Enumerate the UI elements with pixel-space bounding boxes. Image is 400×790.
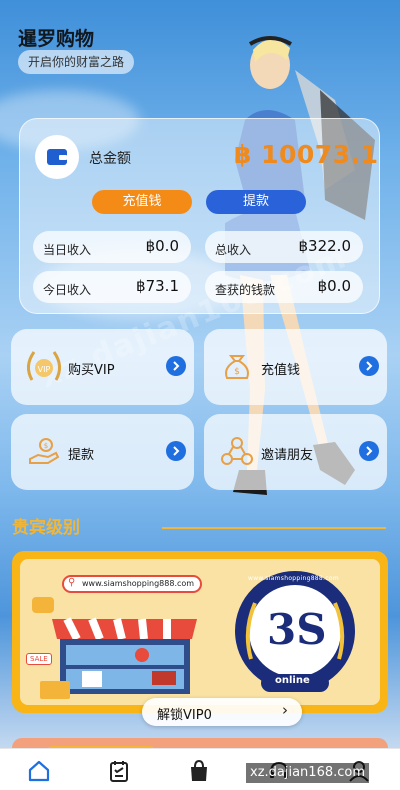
stat-seized-money: 查获的钱款 ฿0.0 xyxy=(205,271,363,303)
sale-tag: SALE xyxy=(26,653,52,665)
chevron-right-icon xyxy=(166,356,186,376)
banner-url-text: www.siamshopping888.com xyxy=(82,579,195,588)
chevron-right-icon xyxy=(166,441,186,461)
logo-ring-url: www.siamshopping888.com xyxy=(248,575,339,582)
total-balance-value: ฿ 10073.1 xyxy=(234,140,379,169)
stat-value: ฿0.0 xyxy=(145,237,179,255)
stat-value: ฿73.1 xyxy=(136,277,179,295)
banner-illustration: ⚲ www.siamshopping888.com SALE 3S online… xyxy=(20,559,380,705)
menu-withdraw[interactable]: $ 提款 xyxy=(11,414,194,490)
total-balance-label: 总金额 xyxy=(89,151,131,167)
svg-text:$: $ xyxy=(44,442,48,450)
unlock-vip-button[interactable]: 解锁VIP0 › xyxy=(142,698,302,726)
menu-label: 提款 xyxy=(68,448,95,463)
menu-buy-vip[interactable]: VIP 购买VIP xyxy=(11,329,194,405)
stat-label: 今日收入 xyxy=(43,283,92,297)
menu-invite-friends[interactable]: 邀请朋友 xyxy=(204,414,387,490)
vip-banner[interactable]: ⚲ www.siamshopping888.com SALE 3S online… xyxy=(12,551,388,713)
stat-value: ฿322.0 xyxy=(298,237,352,255)
stat-label: 总收入 xyxy=(215,243,252,257)
logo-text: 3S xyxy=(267,605,327,654)
stat-label: 查获的钱款 xyxy=(215,283,276,297)
hand-coin-icon: $ xyxy=(19,426,69,476)
money-bag-icon: $ xyxy=(212,341,262,391)
app-subtitle: 开启你的财富之路 xyxy=(18,50,135,74)
stat-label: 当日收入 xyxy=(43,243,92,257)
banner-search-bar: ⚲ www.siamshopping888.com xyxy=(62,575,202,593)
section-divider xyxy=(162,527,386,529)
logo-subtext: online xyxy=(275,675,310,686)
svg-text:VIP: VIP xyxy=(38,365,51,374)
deposit-button[interactable]: 充值钱 xyxy=(92,190,192,214)
chevron-right-icon: › xyxy=(282,701,288,719)
search-icon: ⚲ xyxy=(68,577,76,588)
chevron-right-icon xyxy=(359,356,379,376)
vip-section-title: 贵宾级别 xyxy=(12,518,80,538)
svg-text:$: $ xyxy=(234,367,240,377)
vip-laurel-icon: VIP xyxy=(19,341,69,391)
chevron-right-icon xyxy=(359,441,379,461)
unlock-vip-label: 解锁VIP0 xyxy=(157,708,212,723)
app-title: 暹罗购物 xyxy=(18,28,95,50)
stat-value: ฿0.0 xyxy=(317,277,351,295)
credit-card-icon xyxy=(40,681,70,699)
watermark-text: xz.dajian168.com xyxy=(246,763,370,783)
withdraw-button[interactable]: 提款 xyxy=(206,190,306,214)
shopping-bag-icon[interactable] xyxy=(187,759,211,783)
stat-today-income: 今日收入 ฿73.1 xyxy=(33,271,191,303)
menu-label: 购买VIP xyxy=(68,363,115,378)
menu-deposit[interactable]: $ 充值钱 xyxy=(204,329,387,405)
menu-label: 邀请朋友 xyxy=(261,448,314,463)
wallet-icon xyxy=(35,135,79,179)
stat-total-income: 总收入 ฿322.0 xyxy=(205,231,363,263)
home-icon[interactable] xyxy=(27,759,51,783)
stat-daily-income: 当日收入 ฿0.0 xyxy=(33,231,191,263)
share-people-icon xyxy=(212,426,262,476)
task-list-icon[interactable] xyxy=(107,759,131,783)
menu-label: 充值钱 xyxy=(261,363,301,378)
